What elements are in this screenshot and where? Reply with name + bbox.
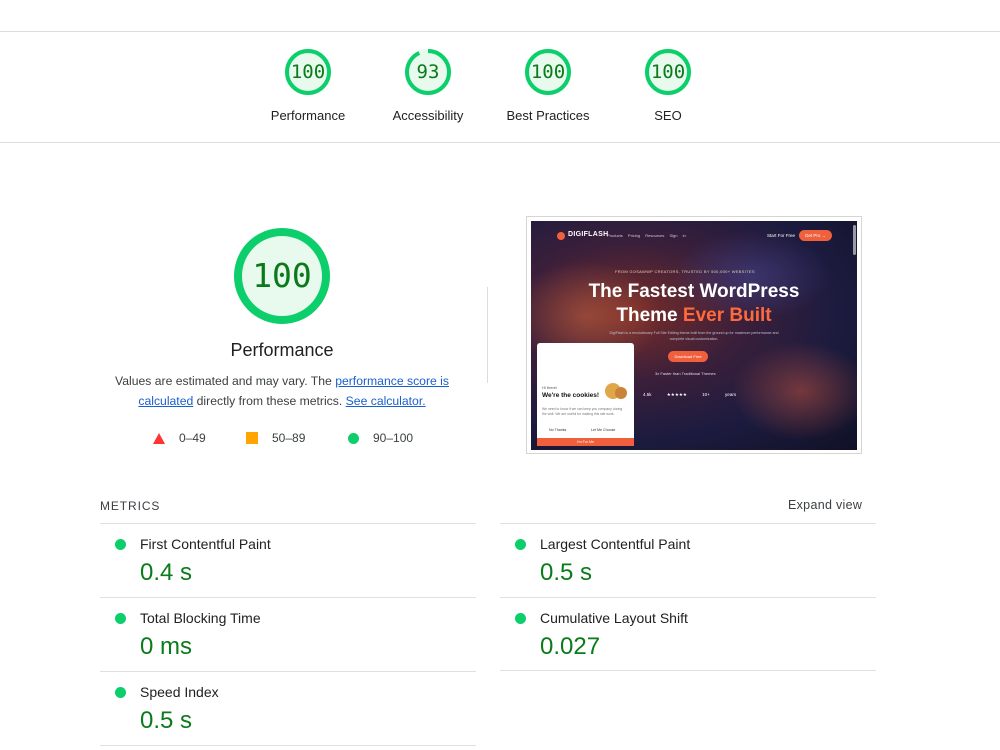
metric-value: 0.5 s xyxy=(540,559,593,586)
legend-range: 0–49 xyxy=(179,431,206,445)
site-nav: Products Pricing Resources Sign in xyxy=(607,233,686,238)
gauge-label: Performance xyxy=(270,108,346,123)
square-icon xyxy=(246,432,258,444)
nebula-glow xyxy=(731,341,857,441)
expand-view-toggle[interactable]: Expand view xyxy=(788,498,862,512)
metric-total-blocking-time: Total Blocking Time 0 ms xyxy=(100,597,476,671)
pass-circle-icon xyxy=(515,613,526,624)
cookie-icon xyxy=(615,387,627,399)
gauge-score: 93 xyxy=(416,61,440,83)
scrollbar xyxy=(853,225,856,255)
hero-stats: 4.5k ★★★★★ 10+ years xyxy=(643,392,737,397)
final-screenshot[interactable]: DIGIFLASH Products Pricing Resources Sig… xyxy=(526,216,862,454)
gauge-performance[interactable]: 100 Performance xyxy=(243,48,373,123)
performance-title: Performance xyxy=(230,340,334,360)
cookie-banner: Hi there! We're the cookies! We need to … xyxy=(537,343,634,446)
vertical-divider xyxy=(487,287,488,383)
screenshot-image: DIGIFLASH Products Pricing Resources Sig… xyxy=(531,221,857,450)
get-pro-button: Get Pro → xyxy=(799,230,832,241)
pass-circle-icon xyxy=(115,613,126,624)
legend-range: 90–100 xyxy=(373,431,414,445)
legend-fail: 0–49 xyxy=(153,430,206,446)
performance-score: 100 xyxy=(252,256,312,295)
pass-circle-icon xyxy=(515,539,526,550)
metric-largest-contentful-paint: Largest Contentful Paint 0.5 s xyxy=(500,523,876,597)
metrics-divider xyxy=(100,745,476,746)
circle-icon xyxy=(348,432,359,444)
gauge-score: 100 xyxy=(530,61,566,83)
download-button: Download Free xyxy=(668,351,708,362)
cookie-text: We need to know if we can keep you compa… xyxy=(542,407,623,416)
gauge-label: Accessibility xyxy=(392,108,464,123)
brand-logo-icon xyxy=(557,232,565,240)
legend-pass: 90–100 xyxy=(348,430,413,446)
cookie-accept: I'm For Me xyxy=(537,438,634,446)
brand-name: DIGIFLASH xyxy=(568,231,609,238)
cookie-title: We're the cookies! xyxy=(542,392,600,399)
gauge-score: 100 xyxy=(290,61,326,83)
gauge-seo[interactable]: 100 SEO xyxy=(603,48,733,123)
cookie-no-thanks: No Thanks xyxy=(549,428,567,432)
metric-first-contentful-paint: First Contentful Paint 0.4 s xyxy=(100,523,476,597)
legend-range: 50–89 xyxy=(272,431,306,445)
metric-cumulative-layout-shift: Cumulative Layout Shift 0.027 xyxy=(500,597,876,671)
metrics-heading: METRICS xyxy=(100,499,161,513)
hero-headline: The Fastest WordPress xyxy=(588,281,800,302)
metric-name: Speed Index xyxy=(140,684,219,700)
gauge-score: 100 xyxy=(650,61,686,83)
gauges-bottom-border xyxy=(0,142,1000,143)
top-border xyxy=(0,31,1000,32)
metric-value: 0 ms xyxy=(140,633,193,660)
hero-subtext: DigiFlash is a revolutionary Full Site E… xyxy=(609,331,779,341)
headline-accent: Ever Built xyxy=(682,305,772,326)
metric-name: First Contentful Paint xyxy=(140,536,271,552)
metric-name: Largest Contentful Paint xyxy=(540,536,691,552)
triangle-icon xyxy=(153,432,165,444)
start-free-link: Start For Free xyxy=(767,233,796,238)
note-text-middle: directly from these metrics. xyxy=(193,394,346,408)
metric-speed-index: Speed Index 0.5 s xyxy=(100,671,476,745)
note-text: Values are estimated and may vary. The xyxy=(115,374,336,388)
gauge-best-practices[interactable]: 100 Best Practices xyxy=(483,48,613,123)
legend-average: 50–89 xyxy=(246,430,305,446)
metric-name: Total Blocking Time xyxy=(140,610,261,626)
trust-badge: FROM GOSAWWP CREATORS, TRUSTED BY 500,00… xyxy=(615,269,755,274)
pass-circle-icon xyxy=(115,687,126,698)
gauge-label: Best Practices xyxy=(506,108,590,123)
metric-value: 0.5 s xyxy=(140,707,193,734)
calculator-link[interactable]: See calculator. xyxy=(346,394,426,408)
faster-note: 3x Faster than Traditional Themes xyxy=(655,371,716,376)
performance-gauge: 100 xyxy=(232,226,332,326)
cookie-greeting: Hi there! xyxy=(542,385,558,390)
headline-part: Theme xyxy=(616,305,683,326)
metric-value: 0.4 s xyxy=(140,559,193,586)
cookie-let-me-choose: Let Me Choose xyxy=(591,428,616,432)
hero-headline-2: Theme Ever Built xyxy=(531,305,857,327)
metric-name: Cumulative Layout Shift xyxy=(540,610,688,626)
gauge-label: SEO xyxy=(654,108,682,123)
gauge-accessibility[interactable]: 93 Accessibility xyxy=(363,48,493,123)
metrics-divider xyxy=(500,670,876,671)
metric-value: 0.027 xyxy=(540,633,601,660)
score-note: Values are estimated and may vary. The p… xyxy=(95,371,469,411)
pass-circle-icon xyxy=(115,539,126,550)
